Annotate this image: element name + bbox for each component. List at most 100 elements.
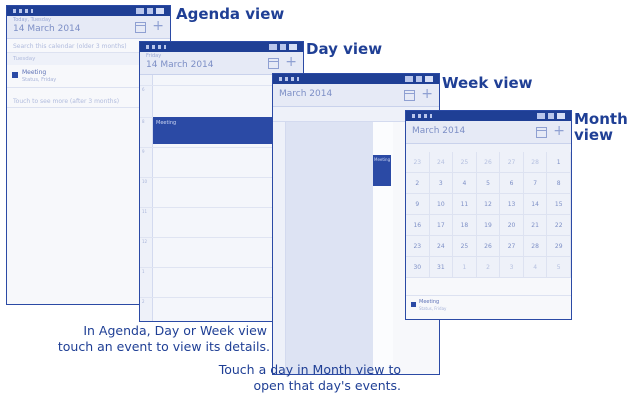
month-day-cell[interactable]: 10 [429, 194, 454, 215]
week-shaded-columns [286, 122, 373, 374]
hour-label: 1 [142, 269, 145, 274]
month-day-cell[interactable]: 24 [429, 152, 454, 173]
event-color-swatch [12, 72, 18, 78]
month-day-cell[interactable]: 16 [406, 215, 430, 236]
month-day-cell[interactable]: 7 [523, 173, 548, 194]
agenda-app-bar: Today, Tuesday 14 March 2014 + [7, 16, 170, 39]
month-event-title: Meeting [419, 299, 440, 305]
month-day-cell[interactable]: 28 [523, 236, 548, 257]
month-day-cell[interactable]: 9 [406, 194, 430, 215]
hour-label: 2 [142, 299, 145, 304]
signal-battery-icon [269, 44, 297, 50]
month-day-cell[interactable]: 31 [429, 257, 454, 278]
month-day-cell[interactable]: 23 [406, 236, 430, 257]
month-day-cell[interactable]: 13 [500, 194, 524, 215]
month-day-cell[interactable]: 14 [523, 194, 548, 215]
calendar-icon[interactable] [268, 58, 279, 69]
month-day-cell[interactable]: 28 [523, 152, 548, 173]
month-day-cell[interactable]: 24 [429, 236, 454, 257]
status-bar [406, 111, 571, 121]
month-day-cell[interactable]: 1 [453, 257, 477, 278]
hour-label: 11 [142, 209, 148, 214]
day-date-selector[interactable]: 14 March 2014 [146, 60, 214, 70]
month-view-label-line2: view [574, 126, 613, 144]
plus-icon[interactable]: + [421, 86, 433, 102]
calendar-icon[interactable] [536, 127, 547, 138]
hour-label: 8 [142, 119, 145, 124]
signal-battery-icon [537, 113, 565, 119]
agenda-top-small: Today, Tuesday [13, 17, 51, 23]
agenda-event-sub: Status, Friday [22, 77, 57, 83]
plus-icon[interactable]: + [285, 54, 297, 70]
month-day-cell[interactable]: 15 [547, 194, 571, 215]
day-view-label: Day view [306, 40, 383, 58]
month-screen: March 2014 + 23 24 25 26 27 28 1 2 3 4 5 6 7 8 9 10 11 12… [405, 110, 572, 320]
week-event-title: Meeting [374, 157, 391, 162]
status-icons [279, 77, 299, 81]
month-day-cell[interactable]: 2 [476, 257, 501, 278]
month-event[interactable]: Meeting Status, Friday [406, 295, 571, 316]
signal-battery-icon [136, 8, 164, 14]
month-day-cell[interactable]: 19 [476, 215, 501, 236]
month-day-cell[interactable]: 26 [476, 152, 501, 173]
event-color-swatch [411, 302, 416, 307]
plus-icon[interactable]: + [553, 123, 565, 139]
month-day-cell[interactable]: 23 [406, 152, 430, 173]
hour-label: 12 [142, 239, 148, 244]
month-day-cell[interactable]: 5 [476, 173, 501, 194]
status-bar [273, 74, 439, 84]
month-day-cell[interactable]: 18 [453, 215, 477, 236]
calendar-icon[interactable] [404, 90, 415, 101]
month-day-cell[interactable]: 22 [547, 215, 571, 236]
month-day-cell[interactable]: 3 [429, 173, 454, 194]
caption-line-4: open that day's events. [253, 378, 401, 393]
month-day-cell[interactable]: 25 [453, 236, 477, 257]
hour-label: 9 [142, 149, 145, 154]
month-app-bar: March 2014 + [406, 121, 571, 144]
month-day-cell[interactable]: 4 [523, 257, 548, 278]
day-top-small: Friday [146, 53, 162, 59]
month-day-cell[interactable]: 1 [547, 152, 571, 173]
status-icons [412, 114, 432, 118]
month-day-cell[interactable]: 12 [476, 194, 501, 215]
hour-column [140, 75, 153, 321]
month-day-cell[interactable]: 3 [500, 257, 524, 278]
month-day-cell[interactable]: 30 [406, 257, 430, 278]
month-day-cell[interactable]: 27 [500, 236, 524, 257]
month-day-cell[interactable]: 27 [500, 152, 524, 173]
status-icons [146, 45, 166, 49]
week-app-bar: March 2014 + [273, 84, 439, 107]
hour-label: 10 [142, 179, 148, 184]
week-event[interactable]: Meeting [373, 155, 391, 186]
week-date-selector[interactable]: March 2014 [279, 89, 332, 99]
hour-column [273, 122, 286, 374]
agenda-view-label: Agenda view [176, 5, 285, 23]
month-weekday-header [406, 144, 571, 152]
caption-line-1: In Agenda, Day or Week view [83, 323, 267, 338]
week-view-label: Week view [442, 74, 533, 92]
signal-battery-icon [405, 76, 433, 82]
month-day-cell[interactable]: 11 [453, 194, 477, 215]
status-bar [7, 6, 170, 16]
month-day-cell[interactable]: 2 [406, 173, 430, 194]
status-bar [140, 42, 303, 52]
month-event-sub: Status, Friday [419, 306, 447, 311]
status-icons [13, 9, 33, 13]
plus-icon[interactable]: + [152, 18, 164, 34]
month-date-selector[interactable]: March 2014 [412, 126, 465, 136]
caption-line-2: touch an event to view its details. [57, 339, 270, 354]
agenda-event-title: Meeting [22, 69, 47, 76]
month-day-cell[interactable]: 20 [500, 215, 524, 236]
month-day-cell[interactable]: 21 [523, 215, 548, 236]
month-day-cell[interactable]: 5 [547, 257, 571, 278]
month-day-cell[interactable]: 17 [429, 215, 454, 236]
month-day-cell[interactable]: 26 [476, 236, 501, 257]
month-day-cell[interactable]: 29 [547, 236, 571, 257]
month-day-cell[interactable]: 4 [453, 173, 477, 194]
calendar-icon[interactable] [135, 22, 146, 33]
month-day-cell[interactable]: 8 [547, 173, 571, 194]
agenda-date-selector[interactable]: 14 March 2014 [13, 24, 81, 34]
month-day-cell[interactable]: 6 [500, 173, 524, 194]
hour-label: 6 [142, 87, 145, 92]
month-day-cell[interactable]: 25 [453, 152, 477, 173]
